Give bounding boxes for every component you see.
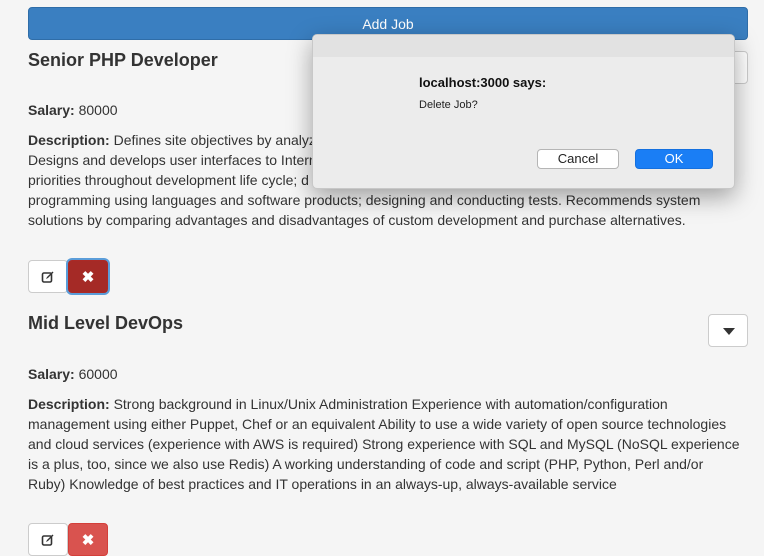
job-title: Senior PHP Developer bbox=[28, 50, 218, 70]
caret-down-icon bbox=[723, 328, 735, 335]
job-title: Mid Level DevOps bbox=[28, 313, 184, 333]
description-line: programming using languages and software… bbox=[28, 192, 701, 208]
edit-icon bbox=[41, 534, 54, 546]
job-description: Description: Strong background in Linux/… bbox=[28, 394, 748, 494]
salary-value: 80000 bbox=[78, 102, 118, 118]
edit-icon bbox=[41, 271, 54, 283]
confirm-dialog: localhost:3000 says: Delete Job? Cancel … bbox=[312, 34, 735, 189]
job-salary: Salary: 60000 bbox=[28, 366, 118, 382]
description-line: Defines site objectives by analyz bbox=[113, 132, 316, 148]
salary-label: Salary: bbox=[28, 366, 75, 382]
description-line: and cloud services (experience with AWS … bbox=[28, 436, 740, 452]
delete-icon: ✖ bbox=[81, 268, 95, 286]
job-toggle-button[interactable] bbox=[708, 314, 748, 347]
description-line: Strong background in Linux/Unix Administ… bbox=[113, 396, 668, 412]
dialog-titlebar bbox=[313, 35, 734, 57]
description-label: Description: bbox=[28, 132, 110, 148]
salary-label: Salary: bbox=[28, 102, 75, 118]
delete-job-button[interactable]: ✖ bbox=[68, 260, 108, 293]
dialog-title: localhost:3000 says: bbox=[419, 75, 547, 90]
cancel-button[interactable]: Cancel bbox=[537, 149, 619, 169]
description-label: Description: bbox=[28, 396, 110, 412]
description-line: is a plus, too, since we also use Redis)… bbox=[28, 456, 704, 472]
dialog-message: Delete Job? bbox=[419, 99, 478, 111]
description-line: Ruby) Knowledge of best practices and IT… bbox=[28, 476, 617, 492]
ok-button[interactable]: OK bbox=[635, 149, 713, 169]
delete-job-button[interactable]: ✖ bbox=[68, 523, 108, 556]
salary-value: 60000 bbox=[78, 366, 118, 382]
description-line: solutions by comparing advantages and di… bbox=[28, 212, 686, 228]
job-salary: Salary: 80000 bbox=[28, 102, 118, 118]
description-line: management using either Puppet, Chef or … bbox=[28, 416, 727, 432]
delete-icon: ✖ bbox=[81, 531, 95, 549]
edit-job-button[interactable] bbox=[28, 523, 68, 556]
edit-job-button[interactable] bbox=[28, 260, 68, 293]
